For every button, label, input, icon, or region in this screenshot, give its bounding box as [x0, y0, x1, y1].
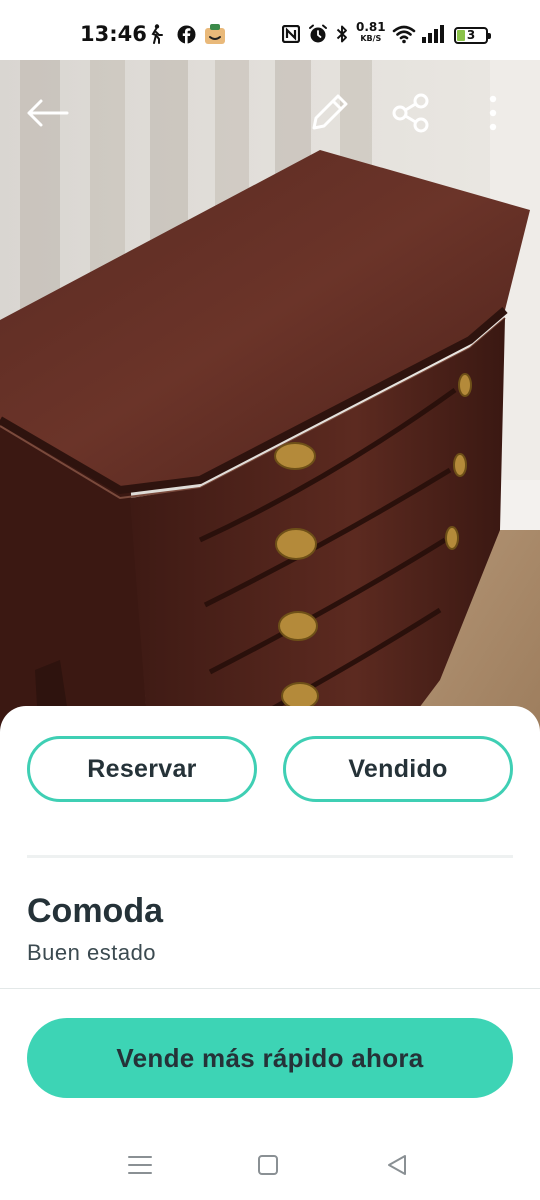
signal-icon — [420, 22, 446, 46]
home-button[interactable] — [253, 1150, 283, 1180]
back-triangle-icon — [388, 1155, 406, 1175]
sold-button[interactable]: Vendido — [283, 736, 513, 802]
product-photo[interactable] — [0, 60, 540, 760]
status-bar: 13:46 0.81 KB/S 3 — [0, 0, 540, 60]
bluetooth-icon — [333, 22, 351, 46]
more-vertical-icon — [489, 95, 497, 131]
system-navigation-bar — [0, 1130, 540, 1200]
wifi-icon — [391, 22, 417, 46]
share-icon — [392, 93, 429, 133]
reserve-button[interactable]: Reservar — [27, 736, 257, 802]
nfc-icon — [281, 22, 301, 46]
edit-pencil-icon — [312, 94, 348, 130]
divider — [27, 855, 513, 858]
divider — [0, 988, 540, 989]
menu-icon — [128, 1156, 152, 1174]
amazon-icon — [204, 22, 226, 46]
network-speed-unit: KB/S — [360, 34, 382, 43]
listing-title: Comoda — [27, 892, 163, 930]
back-button[interactable] — [22, 88, 72, 138]
status-time: 13:46 — [80, 22, 147, 46]
walking-icon — [146, 22, 166, 46]
back-arrow-icon — [27, 99, 69, 127]
listing-condition: Buen estado — [27, 940, 157, 965]
dresser-image — [0, 60, 540, 760]
facebook-icon — [176, 22, 196, 46]
home-square-icon — [258, 1155, 278, 1175]
more-options-button[interactable] — [468, 88, 518, 138]
network-speed: 0.81 KB/S — [356, 20, 386, 44]
sell-faster-button[interactable]: Vende más rápido ahora — [27, 1018, 513, 1098]
back-nav-button[interactable] — [382, 1150, 412, 1180]
recent-apps-button[interactable] — [125, 1150, 155, 1180]
edit-button[interactable] — [304, 88, 354, 138]
listing-sheet: Reservar Vendido Comoda Buen estado Vend… — [0, 706, 540, 1200]
alarm-icon — [307, 22, 329, 46]
network-speed-value: 0.81 — [356, 20, 386, 34]
battery-level: 3 — [466, 28, 476, 42]
share-button[interactable] — [386, 88, 436, 138]
battery-icon: 3 — [454, 27, 491, 44]
